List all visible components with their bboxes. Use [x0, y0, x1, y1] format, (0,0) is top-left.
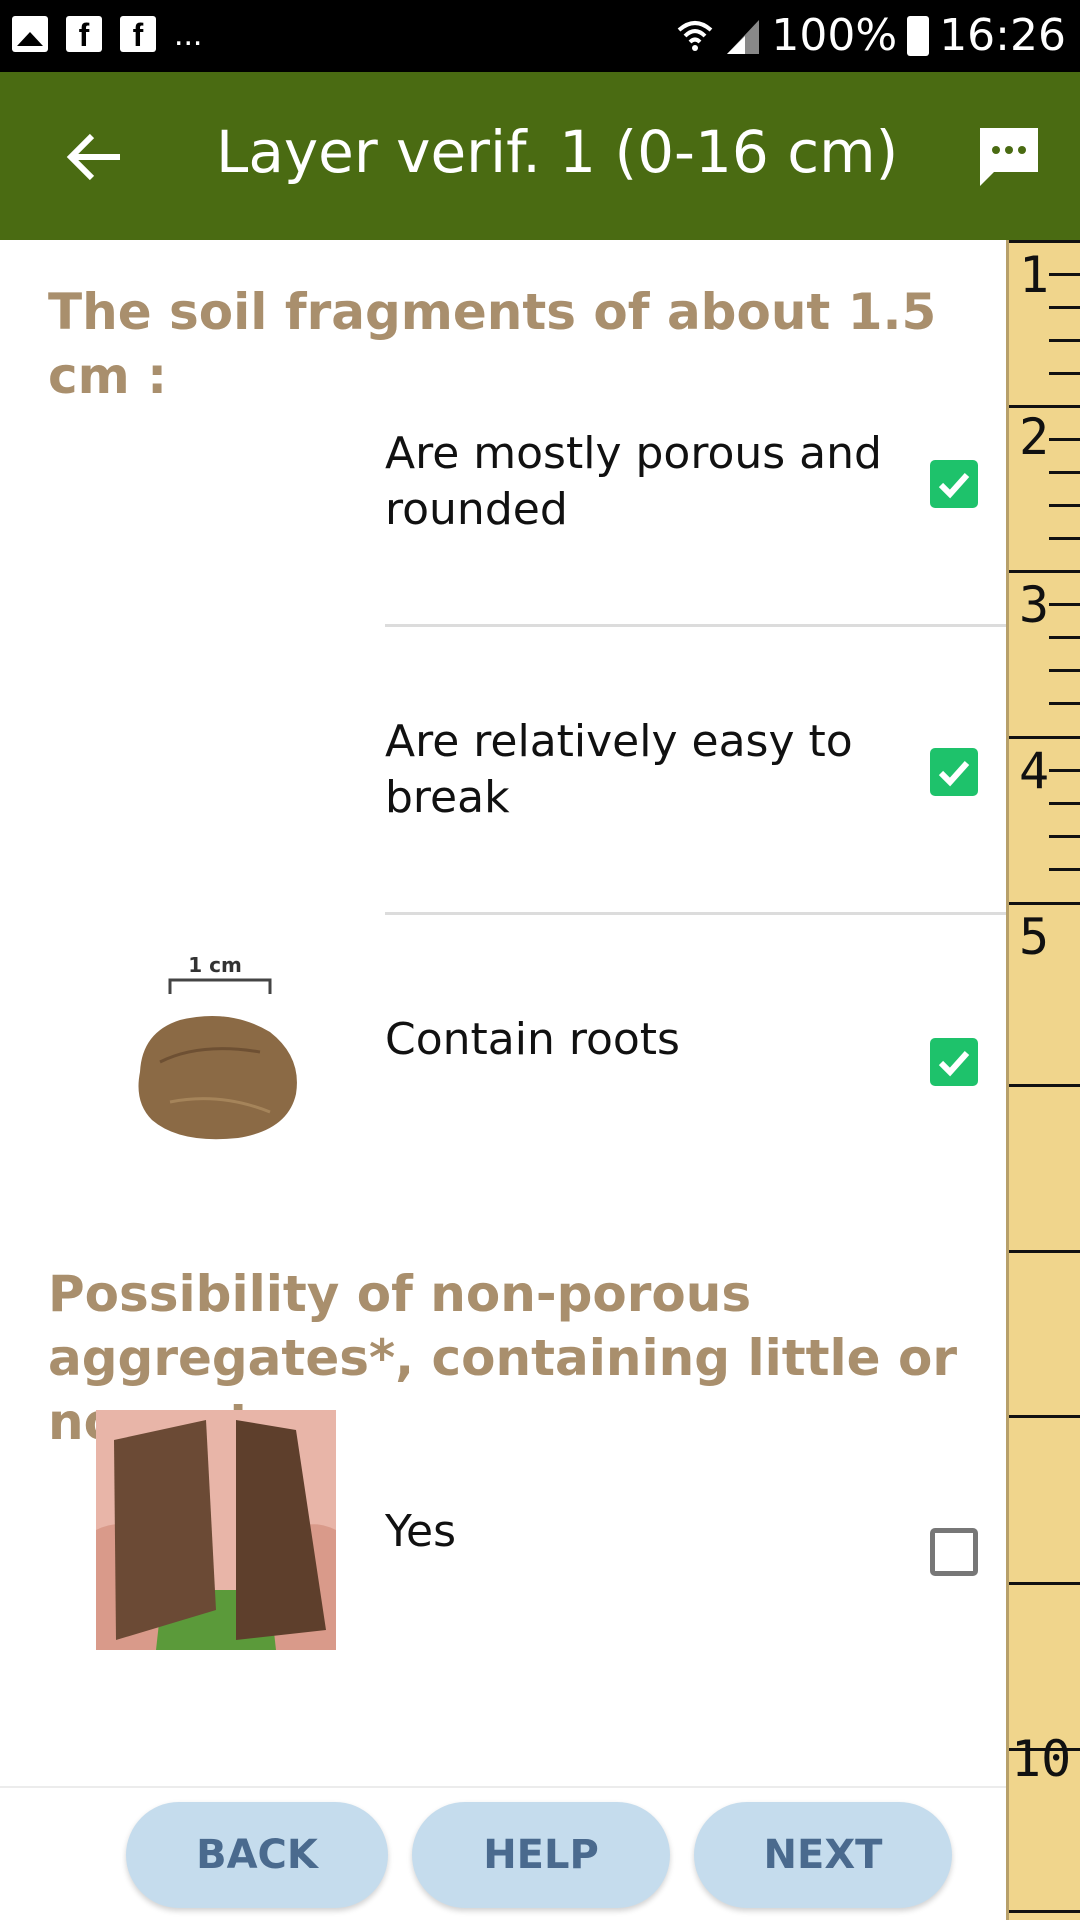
section-title: The soil fragments of about 1.5 cm :: [48, 283, 937, 405]
ruler-mark: 2: [1019, 408, 1050, 466]
ruler-mark: 4: [1019, 742, 1050, 800]
signal-icon: [727, 19, 760, 54]
option-label: Contain roots: [385, 1014, 680, 1065]
depth-ruler: 1 2 3 4 5 10: [1006, 240, 1080, 1920]
facebook-icon: f: [66, 16, 102, 53]
app-bar: Layer verif. 1 (0-16 cm): [0, 72, 1080, 240]
wifi-icon: [678, 20, 713, 51]
gallery-icon: [12, 16, 48, 52]
more-notifications: ...: [174, 15, 203, 53]
checkbox-yes[interactable]: [930, 1528, 978, 1576]
notification-icons: f f ...: [12, 15, 203, 53]
help-button[interactable]: HELP: [412, 1802, 670, 1908]
battery-icon: [907, 15, 930, 56]
checkbox-easy-to-break[interactable]: [930, 748, 978, 796]
checkmark-icon: [938, 760, 970, 787]
aggregates-in-hands-image: [96, 1410, 336, 1650]
ruler-mark: 10: [1011, 1730, 1072, 1788]
checkbox-porous-rounded[interactable]: [930, 460, 978, 508]
scale-label: 1 cm: [188, 953, 242, 977]
soil-fragment-image: 1 cm: [138, 953, 297, 1140]
checkmark-icon: [938, 472, 970, 499]
option-label: Yes: [385, 1506, 457, 1557]
checkbox-contain-roots[interactable]: [930, 1038, 978, 1086]
checkmark-icon: [938, 1050, 970, 1077]
back-button[interactable]: BACK: [126, 1802, 388, 1908]
page-title: Layer verif. 1 (0-16 cm): [216, 118, 899, 186]
facebook-icon: f: [120, 16, 156, 53]
system-status: 100% 16:26: [675, 10, 1066, 61]
bottom-navigation: BACK HELP NEXT: [0, 1786, 1006, 1920]
option-label: Are mostly porous and rounded: [385, 428, 882, 535]
comment-icon[interactable]: [976, 124, 1042, 190]
next-button[interactable]: NEXT: [694, 1802, 952, 1908]
battery-percent: 100%: [771, 10, 898, 61]
ruler-mark: 3: [1019, 576, 1050, 634]
option-label: Are relatively easy to break: [385, 716, 853, 823]
ruler-mark: 5: [1019, 908, 1050, 966]
clock: 16:26: [939, 10, 1066, 61]
back-arrow-icon[interactable]: [62, 122, 132, 192]
status-bar: f f ... 100% 16:26: [0, 0, 1080, 72]
divider: [385, 624, 1006, 627]
ruler-mark: 1: [1019, 246, 1050, 304]
divider: [385, 912, 1006, 915]
